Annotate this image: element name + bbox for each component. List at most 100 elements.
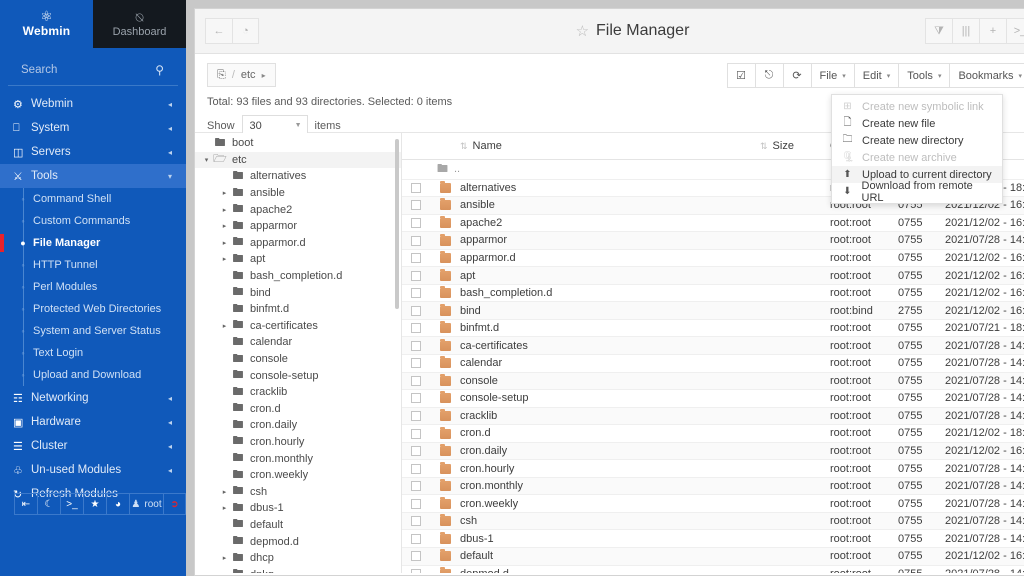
row-checkbox-cell[interactable] — [402, 284, 430, 302]
sidebar-item-http-tunnel[interactable]: ◦HTTP Tunnel — [0, 254, 186, 276]
table-row[interactable]: bash_completion.droot:root07552021/12/02… — [402, 284, 1024, 302]
share-button[interactable]: ⎋ — [755, 63, 783, 88]
table-row[interactable]: cron.droot:root07552021/12/02 - 18:25:04 — [402, 425, 1024, 443]
refresh-button[interactable]: ⟳ — [783, 63, 811, 88]
table-row[interactable]: consoleroot:root07552021/07/28 - 14:35:5… — [402, 372, 1024, 390]
row-checkbox-cell[interactable] — [402, 337, 430, 355]
table-row[interactable]: apparmorroot:root07552021/07/28 - 14:35:… — [402, 232, 1024, 250]
table-row[interactable]: depmod.droot:root07552021/07/28 - 14:35:… — [402, 565, 1024, 573]
tree-node[interactable]: 🖿default — [195, 517, 401, 534]
row-name-cell[interactable]: calendar — [460, 354, 760, 372]
tree-node[interactable]: ▸🖿apache2 — [195, 201, 401, 218]
tools-menu-button[interactable]: Tools▾ — [898, 63, 949, 88]
tree-node[interactable]: ▸🖿apparmor — [195, 218, 401, 235]
row-name-cell[interactable]: alternatives — [460, 179, 760, 197]
table-row[interactable]: cron.dailyroot:root07552021/12/02 - 16:5… — [402, 442, 1024, 460]
row-checkbox[interactable] — [411, 306, 421, 316]
tree-node[interactable]: 🖿console-setup — [195, 367, 401, 384]
row-name-cell[interactable]: apparmor.d — [460, 249, 760, 267]
row-name-cell[interactable]: console-setup — [460, 390, 760, 408]
table-row[interactable]: apparmor.droot:root07552021/12/02 - 16:5… — [402, 249, 1024, 267]
edit-menu-button[interactable]: Edit▾ — [854, 63, 898, 88]
tree-twisty-icon[interactable]: ▸ — [219, 189, 230, 197]
row-checkbox[interactable] — [411, 551, 421, 561]
row-checkbox-cell[interactable] — [402, 495, 430, 513]
row-checkbox[interactable] — [411, 253, 421, 263]
sidebar-item-tools[interactable]: ⚔ Tools ▾ — [0, 164, 186, 188]
row-name-cell[interactable]: apt — [460, 267, 760, 285]
sidebar-item-system[interactable]: ⎕ System ◂ — [0, 116, 186, 140]
sidebar-item-custom-commands[interactable]: ◦Custom Commands — [0, 210, 186, 232]
table-row[interactable]: apache2root:root07552021/12/02 - 16:57:1… — [402, 214, 1024, 232]
tree-node[interactable]: ▸🖿ca-certificates — [195, 318, 401, 335]
sidebar-item-upload-and-download[interactable]: ◦Upload and Download — [0, 364, 186, 386]
sidebar-item-system-and-server-status[interactable]: ◦System and Server Status — [0, 320, 186, 342]
row-checkbox[interactable] — [411, 393, 421, 403]
row-name-cell[interactable]: ca-certificates — [460, 337, 760, 355]
row-name-cell[interactable]: binfmt.d — [460, 319, 760, 337]
row-checkbox-cell[interactable] — [402, 442, 430, 460]
row-checkbox[interactable] — [411, 499, 421, 509]
sidebar-item-hardware[interactable]: ▣ Hardware ◂ — [0, 410, 186, 434]
tree-node[interactable]: ▸🖿apt — [195, 251, 401, 268]
row-checkbox[interactable] — [411, 534, 421, 544]
terminal-icon[interactable]: >_ — [1006, 18, 1024, 44]
select-all-button[interactable]: ☑ — [727, 63, 755, 88]
tree-twisty-icon[interactable]: ▸ — [219, 504, 230, 512]
menu-item-file[interactable]: 🗋Create new file — [832, 115, 1002, 132]
sidebar-item-command-shell[interactable]: ◦Command Shell — [0, 188, 186, 210]
row-name-cell[interactable]: default — [460, 547, 760, 565]
table-row[interactable]: ca-certificatesroot:root07552021/07/28 -… — [402, 337, 1024, 355]
tree-twisty-icon[interactable]: ▸ — [219, 322, 230, 330]
tree-twisty-icon[interactable]: ▸ — [219, 488, 230, 496]
row-checkbox-cell[interactable] — [402, 460, 430, 478]
row-checkbox[interactable] — [411, 341, 421, 351]
brand-webmin[interactable]: ⚛ Webmin — [0, 0, 93, 48]
file-menu-button[interactable]: File▾ — [811, 63, 854, 88]
table-row[interactable]: cron.hourlyroot:root07552021/07/28 - 14:… — [402, 460, 1024, 478]
tree-node[interactable]: 🖿alternatives — [195, 168, 401, 185]
add-icon[interactable]: + — [979, 18, 1006, 44]
row-checkbox[interactable] — [411, 516, 421, 526]
table-row[interactable]: dbus-1root:root07552021/07/28 - 14:35:02 — [402, 530, 1024, 548]
table-row[interactable]: cron.weeklyroot:root07552021/07/28 - 14:… — [402, 495, 1024, 513]
folder-home-icon[interactable]: ⎘ — [217, 69, 226, 82]
row-name-cell[interactable]: apache2 — [460, 214, 760, 232]
row-name-cell[interactable]: csh — [460, 512, 760, 530]
row-checkbox[interactable] — [411, 569, 421, 573]
columns-icon[interactable]: ||| — [952, 18, 979, 44]
tree-node[interactable]: 🖿cron.hourly — [195, 434, 401, 451]
tree-node[interactable]: 🖿depmod.d — [195, 533, 401, 550]
row-checkbox-cell[interactable] — [402, 547, 430, 565]
sidebar-item-perl-modules[interactable]: ◦Perl Modules — [0, 276, 186, 298]
tree-node[interactable]: 🖿bind — [195, 284, 401, 301]
row-checkbox-cell[interactable] — [402, 477, 430, 495]
terminal-icon[interactable]: >_ — [60, 493, 83, 515]
row-checkbox-cell[interactable] — [402, 407, 430, 425]
row-checkbox[interactable] — [411, 464, 421, 474]
sidebar-item-file-manager[interactable]: ●File Manager — [0, 232, 186, 254]
tree-node[interactable]: ▸🖿dpkg — [195, 566, 401, 573]
row-checkbox-cell[interactable] — [402, 232, 430, 250]
row-checkbox[interactable] — [411, 323, 421, 333]
row-checkbox[interactable] — [411, 183, 421, 193]
table-row[interactable]: defaultroot:root07552021/12/02 - 16:57:2… — [402, 547, 1024, 565]
row-checkbox-cell[interactable] — [402, 565, 430, 573]
row-name-cell[interactable]: bind — [460, 302, 760, 320]
tree-node[interactable]: ▸🖿csh — [195, 483, 401, 500]
logout-icon[interactable]: ➲ — [163, 493, 186, 515]
row-checkbox-cell[interactable] — [402, 372, 430, 390]
favorites-star-icon[interactable]: ★ — [83, 493, 106, 515]
row-checkbox-cell[interactable] — [402, 512, 430, 530]
bookmarks-menu-button[interactable]: Bookmarks▾ — [949, 63, 1024, 88]
tab-dashboard[interactable]: ⍉ Dashboard — [93, 0, 186, 48]
row-checkbox[interactable] — [411, 288, 421, 298]
table-row[interactable]: cracklibroot:root07552021/07/28 - 14:36:… — [402, 407, 1024, 425]
row-checkbox-cell[interactable] — [402, 390, 430, 408]
row-name-cell[interactable]: console — [460, 372, 760, 390]
row-checkbox[interactable] — [411, 446, 421, 456]
tree-node[interactable]: 🖿calendar — [195, 334, 401, 351]
history-icon[interactable]: ◔ — [232, 18, 259, 44]
col-name[interactable]: ⇅Name — [460, 133, 760, 159]
sidebar-item-un-used-modules[interactable]: ♧ Un-used Modules ◂ — [0, 458, 186, 482]
